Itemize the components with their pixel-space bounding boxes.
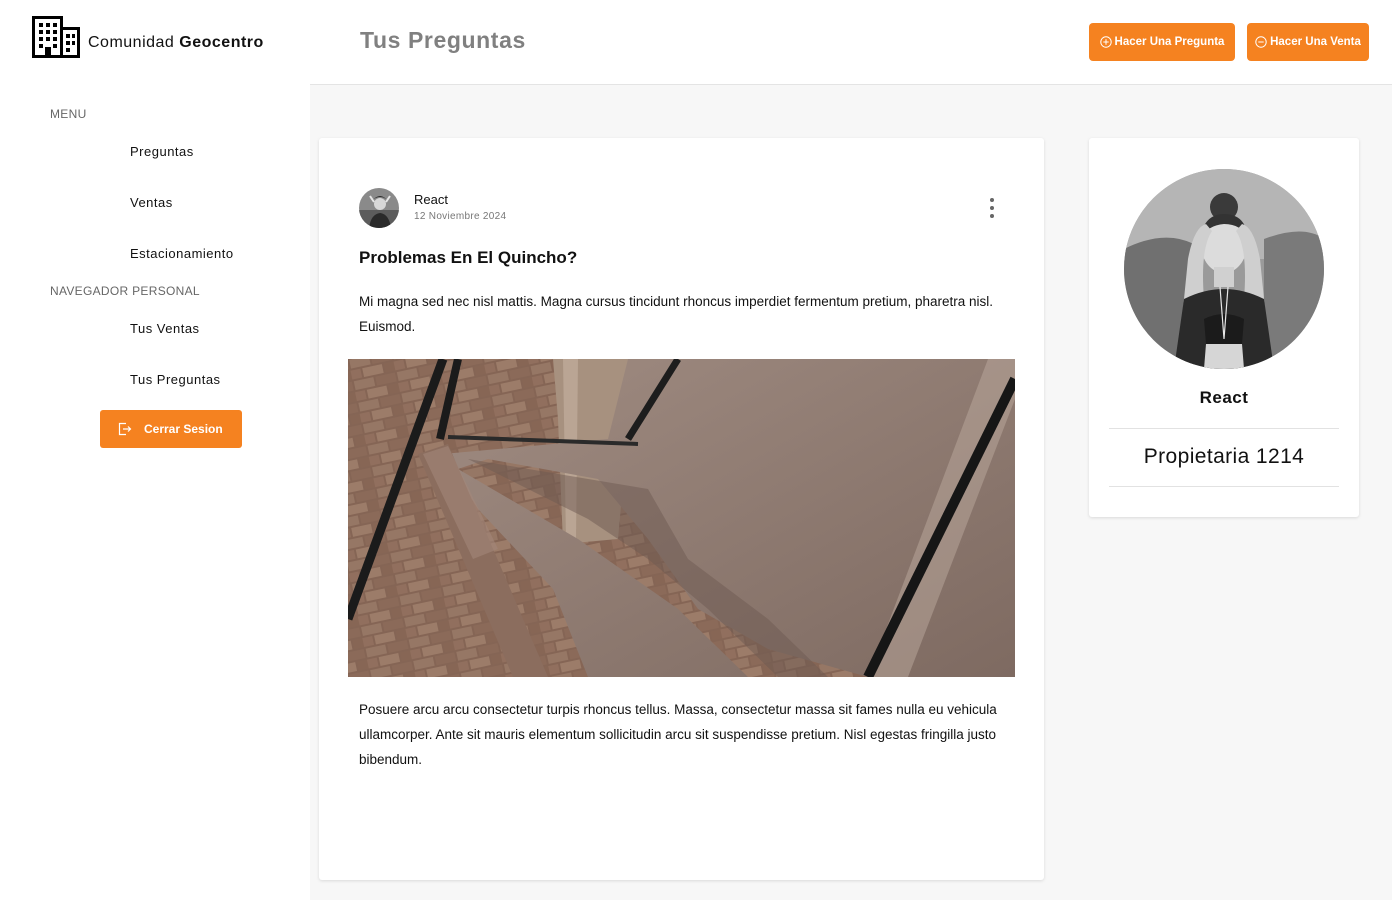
building-icon [32,16,80,58]
app-name-regular: Comunidad [88,34,175,51]
post-paragraph-2: Posuere arcu arcu consectetur turpis rho… [359,702,997,767]
post-author-avatar[interactable] [359,188,399,228]
post-title: Problemas En El Quincho? [359,248,578,267]
profile-divider-bottom [1109,486,1339,487]
avatar-image [359,188,399,228]
post-photo [348,359,1015,677]
more-vertical-icon[interactable] [983,197,1001,219]
minus-circle-icon [1255,36,1267,48]
post-image[interactable] [348,359,1015,677]
profile-divider-top [1109,428,1339,429]
make-sale-button[interactable]: Hacer Una Venta [1247,23,1369,61]
post-date: 12 Noviembre 2024 [414,211,507,222]
ask-question-button[interactable]: Hacer Una Pregunta [1089,23,1235,61]
sidebar-item-ventas[interactable]: Ventas [130,195,173,210]
post-paragraph-1: Mi magna sed nec nisl mattis. Magna curs… [359,294,994,334]
profile-card: React Propietaria 1214 [1089,138,1359,517]
sidebar: Comunidad Geocentro MENU Preguntas Venta… [0,0,310,900]
sidebar-item-tus-preguntas[interactable]: Tus Preguntas [130,372,221,387]
post-author[interactable]: React [414,192,448,207]
profile-name: React [1199,388,1249,407]
profile-unit: Propietaria 1214 [1143,445,1305,468]
app-name-bold: Geocentro [179,34,264,51]
profile-photo[interactable] [1124,169,1324,369]
plus-circle-icon [1099,36,1112,48]
ask-question-label: Hacer Una Pregunta [1114,36,1225,48]
sidebar-item-tus-ventas[interactable]: Tus Ventas [130,321,200,336]
personal-section-label: NAVEGADOR PERSONAL [50,284,200,298]
sidebar-item-preguntas[interactable]: Preguntas [130,144,194,159]
logout-label: Cerrar Sesion [144,422,223,436]
menu-section-label: MENU [50,107,87,121]
make-sale-label: Hacer Una Venta [1270,36,1361,48]
logout-icon [118,422,132,436]
profile-image [1124,169,1324,369]
page-title: Tus Preguntas [360,27,526,53]
logout-button[interactable]: Cerrar Sesion [100,410,242,448]
top-header: Tus Preguntas Hacer Una Pregunta Hacer U… [310,0,1392,85]
post-card: React 12 Noviembre 2024 Problemas En El … [319,138,1044,880]
app-name: Comunidad Geocentro [88,22,264,52]
app-logo[interactable]: Comunidad Geocentro [32,16,264,58]
sidebar-item-estacionamiento[interactable]: Estacionamiento [130,246,234,261]
